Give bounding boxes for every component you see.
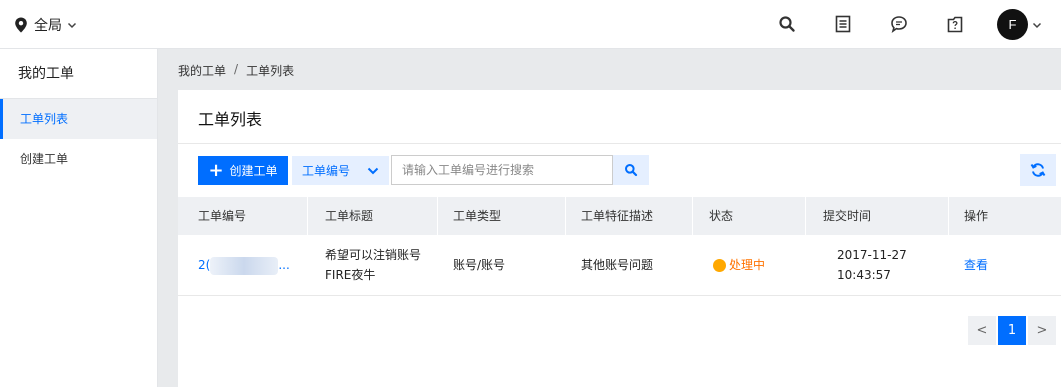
ticket-id-prefix[interactable]: 2( [198, 258, 210, 272]
refresh-icon [1030, 163, 1046, 177]
divider [178, 143, 1061, 144]
search-button[interactable] [613, 155, 649, 185]
sidebar-item-ticket-list[interactable]: 工单列表 [0, 99, 157, 139]
search-icon [625, 164, 638, 177]
ticket-title-cell: 希望可以注销账号 FIRE夜牛 [325, 245, 421, 285]
chevron-down-icon [367, 167, 379, 175]
search-input[interactable] [391, 155, 613, 185]
column-divider [307, 197, 308, 235]
search-icon[interactable] [777, 14, 797, 34]
location-pin-icon [15, 17, 27, 33]
column-header-ticket-title: 工单标题 [325, 209, 374, 223]
chevron-down-icon[interactable] [1032, 20, 1042, 30]
table-row: 2(... 希望可以注销账号 FIRE夜牛 账号/账号 其他账号问题 处理中 2… [178, 235, 1061, 296]
breadcrumb: 我的工单 / 工单列表 [178, 62, 294, 79]
status-text: 处理中 [729, 258, 766, 272]
create-ticket-button[interactable]: + 创建工单 [198, 156, 288, 185]
column-header-ticket-id: 工单编号 [198, 209, 247, 223]
column-divider [948, 197, 949, 235]
column-header-description: 工单特征描述 [581, 209, 654, 223]
ticket-id-cell[interactable]: 2(... [198, 255, 290, 275]
region-label: 全局 [34, 18, 62, 34]
column-divider [437, 197, 438, 235]
pagination-page-1[interactable]: 1 [998, 316, 1026, 345]
avatar[interactable]: F [997, 9, 1028, 40]
column-divider [805, 197, 806, 235]
column-header-ticket-type: 工单类型 [453, 209, 502, 223]
table-header: 工单编号 工单标题 工单类型 工单特征描述 状态 提交时间 操作 [178, 197, 1061, 235]
column-header-actions: 操作 [964, 209, 989, 223]
create-ticket-label: 创建工单 [229, 164, 278, 178]
breadcrumb-item-ticket-list: 工单列表 [246, 64, 295, 78]
ticket-description-cell: 其他账号问题 [581, 258, 654, 272]
view-ticket-link[interactable]: 查看 [964, 255, 988, 275]
chat-bubble-icon[interactable] [889, 14, 909, 34]
pagination-prev-button[interactable]: < [968, 316, 996, 345]
sidebar-item-create-ticket[interactable]: 创建工单 [0, 139, 157, 179]
refresh-button[interactable] [1020, 154, 1056, 186]
column-header-submit-time: 提交时间 [823, 209, 872, 223]
sidebar-title: 我的工单 [0, 49, 157, 99]
column-header-status: 状态 [709, 209, 734, 223]
status-badge: 处理中 [713, 255, 765, 275]
sidebar: 我的工单 工单列表 创建工单 [0, 49, 158, 387]
ticket-list-panel: 工单列表 + 创建工单 工单编号 工单编号 工单标题 工单类型 工单特征描 [178, 90, 1061, 387]
page-title: 工单列表 [198, 110, 263, 129]
status-dot-icon [713, 258, 726, 272]
submit-time: 10:43:57 [837, 268, 891, 282]
filter-field-value: 工单编号 [302, 164, 351, 178]
ticket-title-line: 希望可以注销账号 [325, 248, 422, 262]
pagination-next-button[interactable]: > [1028, 316, 1056, 345]
submit-time-cell: 2017-11-27 10:43:57 [837, 245, 907, 285]
column-divider [692, 197, 693, 235]
chevron-down-icon [67, 22, 77, 29]
document-list-icon[interactable] [833, 14, 853, 34]
breadcrumb-separator: / [234, 62, 239, 76]
filter-field-select[interactable]: 工单编号 [292, 156, 389, 185]
column-divider [565, 197, 566, 235]
plus-icon: + [208, 159, 224, 181]
ticket-type-cell: 账号/账号 [453, 258, 506, 272]
help-document-icon[interactable] [945, 14, 965, 34]
redacted-ticket-id [210, 256, 279, 275]
ticket-id-ellipsis[interactable]: ... [278, 258, 289, 272]
region-selector[interactable]: 全局 [14, 14, 77, 36]
breadcrumb-item-my-tickets[interactable]: 我的工单 [178, 62, 226, 79]
submit-date: 2017-11-27 [837, 248, 907, 262]
top-bar: 全局 F [0, 0, 1061, 49]
ticket-title-line: FIRE夜牛 [325, 268, 376, 282]
